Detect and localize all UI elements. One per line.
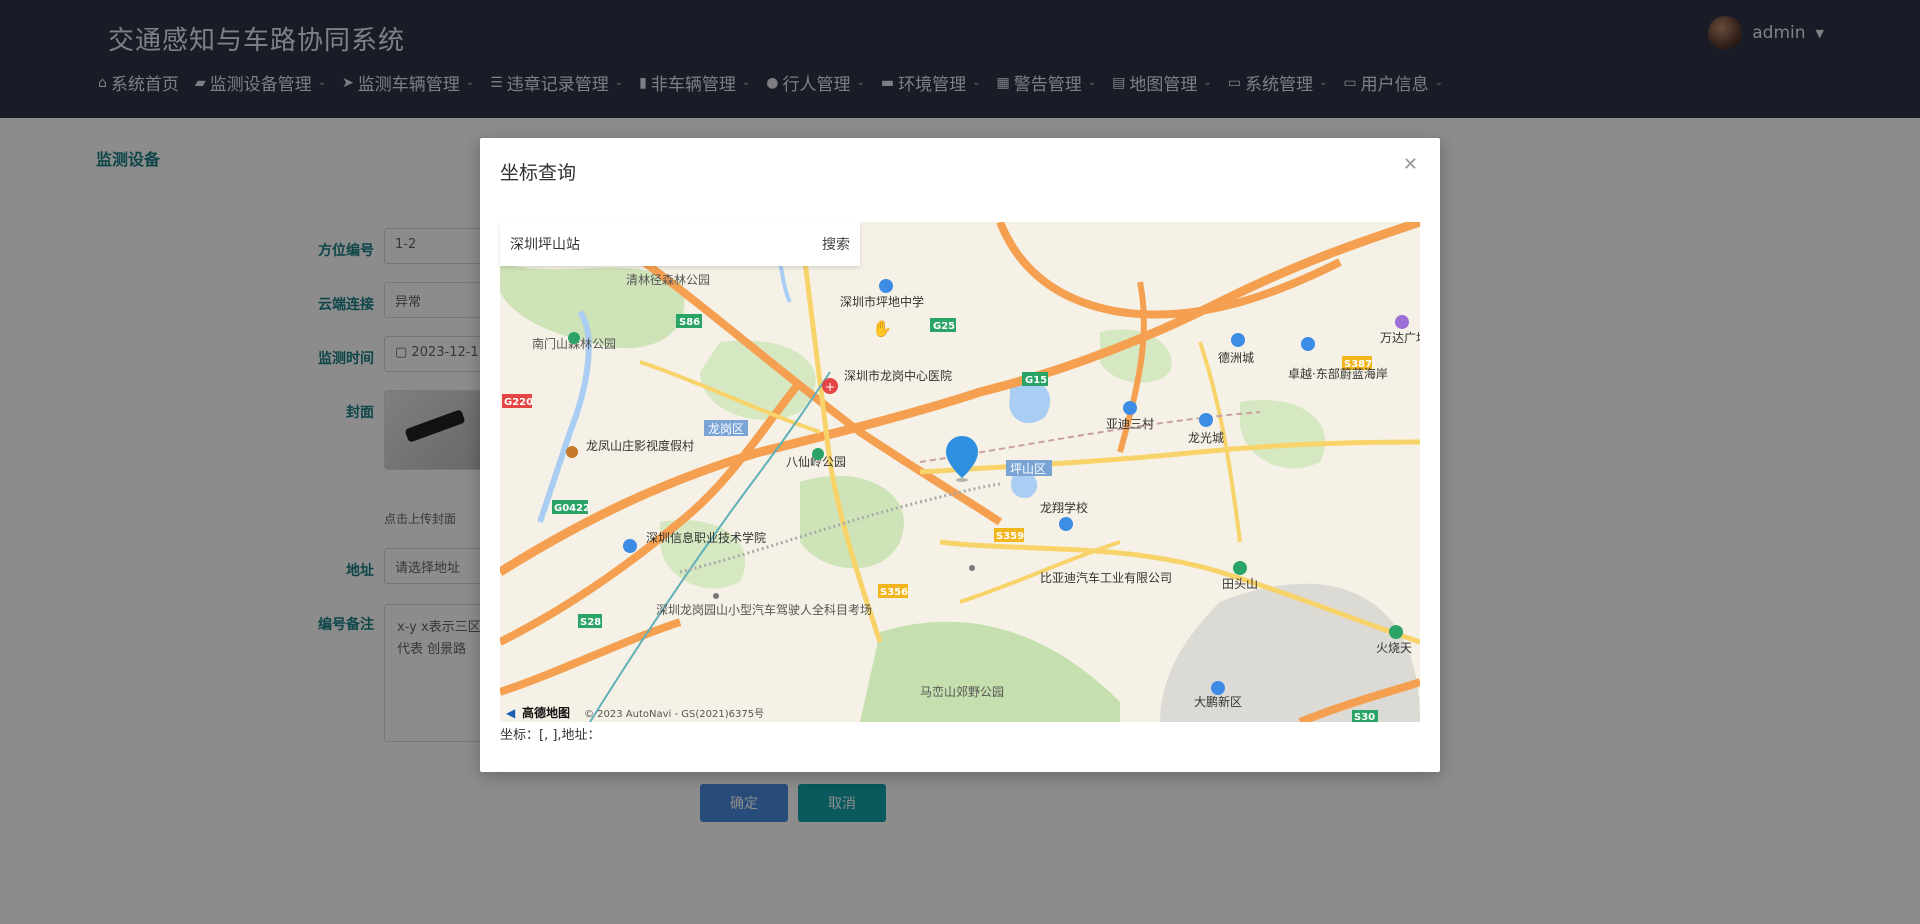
road-tag: S86 (679, 317, 700, 328)
map-label: 龙岗区 (708, 422, 744, 436)
road-tag: G15 (1025, 375, 1047, 386)
map-label: 马峦山郊野公园 (920, 684, 1004, 699)
map-label: 万达广场 (1380, 331, 1420, 345)
map-label: 坪山区 (1010, 462, 1046, 476)
svg-text:+: + (825, 380, 835, 394)
road-tag: S28 (580, 617, 601, 628)
map-view[interactable]: S86 G25 G15 S387 G220 G0422 S28 S359 S35… (500, 222, 1420, 722)
map-search-button[interactable]: 搜索 (822, 234, 850, 254)
map-label: 深圳市龙岗中心医院 (844, 368, 952, 383)
road-tag: G220 (504, 397, 533, 408)
road-tag: S359 (996, 531, 1024, 542)
map-label: 田头山 (1222, 577, 1258, 591)
road-tag: S356 (880, 587, 908, 598)
map-copyright: © 2023 AutoNavi - GS(2021)6375号 (584, 708, 764, 720)
coordinate-readout: 坐标：[, ],地址： (500, 728, 601, 743)
map-label: 龙凤山庄影视度假村 (586, 438, 694, 453)
dialog-title: 坐标查询 (500, 162, 577, 184)
map-search-bar: 深圳坪山站 搜索 (500, 222, 860, 266)
map-label: 深圳龙岗园山小型汽车驾驶人全科目考场 (656, 602, 872, 617)
map-label: 龙翔学校 (1040, 500, 1088, 515)
map-label: 德洲城 (1218, 350, 1254, 365)
map-label: 龙光城 (1188, 431, 1224, 445)
road-tag: G0422 (554, 503, 590, 514)
map-label: 火烧天 (1376, 641, 1412, 655)
map-label: 大鹏新区 (1194, 694, 1242, 709)
map-label: 比亚迪汽车工业有限公司 (1040, 570, 1172, 585)
close-icon[interactable]: ✕ (1403, 154, 1418, 175)
road-tag: S30 (1354, 712, 1375, 722)
amap-logo-text: 高德地图 (522, 705, 570, 720)
coordinate-dialog: 坐标查询 ✕ S86 G25 G15 S387 G220 G0422 S28 S… (480, 138, 1440, 772)
map-label: 深圳市坪地中学 (840, 294, 924, 309)
map-canvas[interactable]: S86 G25 G15 S387 G220 G0422 S28 S359 S35… (500, 222, 1420, 722)
map-label: 卓越·东部蔚蓝海岸 (1288, 366, 1388, 381)
map-search-input[interactable]: 深圳坪山站 (510, 234, 580, 254)
amap-logo: ◀ (506, 706, 516, 720)
map-label: 亚迪三村 (1106, 417, 1154, 431)
map-label: 深圳信息职业技术学院 (646, 530, 766, 545)
hand-cursor-icon: ✋ (872, 319, 892, 338)
map-label: 清林径森林公园 (626, 272, 710, 287)
road-tag: G25 (933, 321, 955, 332)
